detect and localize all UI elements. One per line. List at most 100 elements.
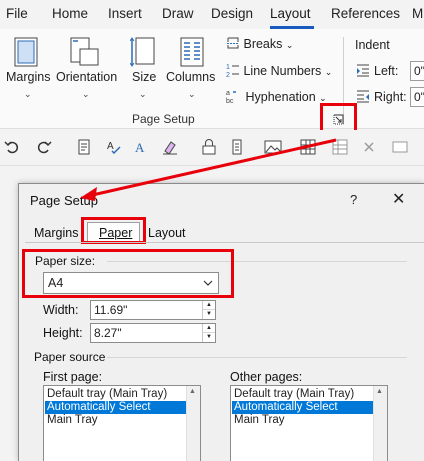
hyphenation-button[interactable]: a bc Hyphenation ⌄ (226, 88, 327, 105)
undo-icon[interactable] (4, 139, 20, 155)
columns-icon (180, 37, 204, 67)
svg-text:A: A (107, 141, 114, 152)
svg-text:bc: bc (226, 98, 234, 104)
indent-right-label: Right: (374, 90, 407, 104)
chevron-down-icon: ⌄ (139, 89, 147, 99)
first-page-list[interactable]: Default tray (Main Tray) Automatically S… (43, 385, 201, 461)
text-effects-icon[interactable]: A (134, 139, 150, 155)
tab-paper-highlight (81, 217, 146, 244)
lock-icon[interactable] (202, 139, 216, 155)
height-value: 8.27" (94, 326, 122, 340)
svg-text:1: 1 (226, 64, 230, 71)
list-item-selected[interactable]: Automatically Select (45, 401, 199, 414)
chevron-down-icon: ⌄ (82, 89, 90, 99)
line-numbers-label: Line Numbers (243, 64, 322, 78)
margins-button[interactable]: Margins ⌄ (4, 29, 52, 111)
width-spinner[interactable]: 11.69" ▲ ▼ (90, 300, 216, 320)
spin-down-icon[interactable]: ▼ (203, 333, 215, 342)
tab-file[interactable]: File (6, 6, 28, 21)
tab-mailings[interactable]: M (412, 6, 423, 21)
list-item[interactable]: Main Tray (45, 414, 199, 427)
redo-icon[interactable] (36, 139, 52, 155)
list-item-selected[interactable]: Automatically Select (232, 401, 386, 414)
height-spin-buttons[interactable]: ▲ ▼ (202, 324, 215, 342)
margins-icon (14, 37, 38, 67)
width-value: 11.69" (94, 303, 128, 317)
svg-text:2: 2 (226, 72, 230, 78)
size-label: Size (132, 70, 157, 84)
height-label: Height: (43, 326, 83, 340)
hyphenation-label: Hyphenation (245, 90, 316, 104)
chevron-down-icon: ⌄ (188, 89, 196, 99)
tab-layout[interactable]: Layout (148, 226, 186, 240)
move-icon[interactable] (230, 139, 244, 155)
tab-layout[interactable]: Layout (270, 6, 311, 21)
scroll-up-icon[interactable]: ▲ (189, 388, 196, 395)
chevron-down-icon: ⌄ (24, 89, 32, 99)
width-spin-buttons[interactable]: ▲ ▼ (202, 301, 215, 319)
size-icon (130, 37, 155, 67)
orientation-label: Orientation (56, 70, 118, 84)
breaks-icon (227, 37, 239, 49)
columns-label: Columns (166, 70, 216, 84)
spin-up-icon[interactable]: ▲ (203, 301, 215, 310)
indent-right-input[interactable]: 0" (410, 87, 424, 107)
dialog-launcher-icon[interactable] (333, 114, 344, 125)
indent-left-icon (357, 64, 369, 77)
first-page-label: First page: (43, 370, 103, 384)
quick-access-toolbar: A A (0, 130, 424, 166)
orientation-button[interactable]: Orientation ⌄ (54, 29, 120, 111)
close-icon[interactable]: ✕ (392, 189, 405, 209)
size-button[interactable]: Size ⌄ (128, 29, 158, 111)
table-icon[interactable] (300, 139, 316, 155)
list-item[interactable]: Main Tray (232, 414, 386, 427)
page-setup-group-label: Page Setup (132, 112, 195, 126)
indent-left-input[interactable]: 0" (410, 61, 424, 81)
tabs-divider (25, 242, 424, 243)
line-numbers-icon: 1 2 (226, 64, 239, 79)
other-pages-list[interactable]: Default tray (Main Tray) Automatically S… (230, 385, 388, 461)
indent-label: Indent (355, 38, 390, 52)
columns-button[interactable]: Columns ⌄ (164, 29, 220, 111)
list-item[interactable]: Default tray (Main Tray) (45, 388, 199, 401)
hyphenation-icon: a bc (226, 90, 236, 105)
tab-insert[interactable]: Insert (108, 6, 142, 21)
tab-design[interactable]: Design (211, 6, 253, 21)
margins-label: Margins (6, 70, 51, 84)
section-divider (107, 357, 407, 358)
more-icon[interactable] (392, 139, 408, 155)
list-item[interactable]: Default tray (Main Tray) (232, 388, 386, 401)
breaks-label: Breaks (243, 37, 283, 51)
spin-down-icon[interactable]: ▼ (203, 310, 215, 319)
scrollbar[interactable]: ▲ (373, 386, 387, 461)
highlight-icon[interactable] (162, 139, 178, 155)
spelling-icon[interactable]: A (106, 139, 122, 155)
ribbon-tab-bar: File Home Insert Draw Design Layout Refe… (0, 0, 424, 29)
chevron-down-icon: ⌄ (319, 93, 327, 103)
scrollbar[interactable]: ▲ (186, 386, 200, 461)
delete-table-icon[interactable] (362, 139, 376, 155)
indent-left-label: Left: (374, 64, 399, 78)
chevron-down-icon: ⌄ (324, 67, 333, 77)
tab-home[interactable]: Home (52, 6, 88, 21)
svg-text:A: A (135, 140, 145, 155)
spin-up-icon[interactable]: ▲ (203, 324, 215, 333)
tab-draw[interactable]: Draw (162, 6, 194, 21)
image-icon[interactable] (264, 139, 282, 155)
height-spinner[interactable]: 8.27" ▲ ▼ (90, 323, 216, 343)
dialog-title: Page Setup (30, 193, 98, 208)
orientation-icon (70, 37, 99, 66)
tab-references[interactable]: References (331, 6, 400, 21)
scroll-up-icon[interactable]: ▲ (376, 388, 383, 395)
ribbon-panel: Margins ⌄ Orientation ⌄ Size ⌄ Columns ⌄ (0, 29, 424, 129)
tab-margins[interactable]: Margins (34, 226, 78, 240)
line-numbers-button[interactable]: 1 2 Line Numbers ⌄ (226, 62, 333, 79)
help-button[interactable]: ? (350, 192, 357, 207)
paper-size-highlight (22, 249, 234, 298)
table-props-icon[interactable] (332, 139, 348, 155)
chevron-down-icon: ⌄ (285, 40, 294, 50)
page-setup-dialog: Page Setup ? ✕ Margins Paper Layout Pape… (18, 183, 424, 461)
copy-format-icon[interactable] (78, 139, 90, 155)
paper-source-label: Paper source (34, 350, 106, 364)
breaks-button[interactable]: Breaks ⌄ (226, 36, 293, 51)
